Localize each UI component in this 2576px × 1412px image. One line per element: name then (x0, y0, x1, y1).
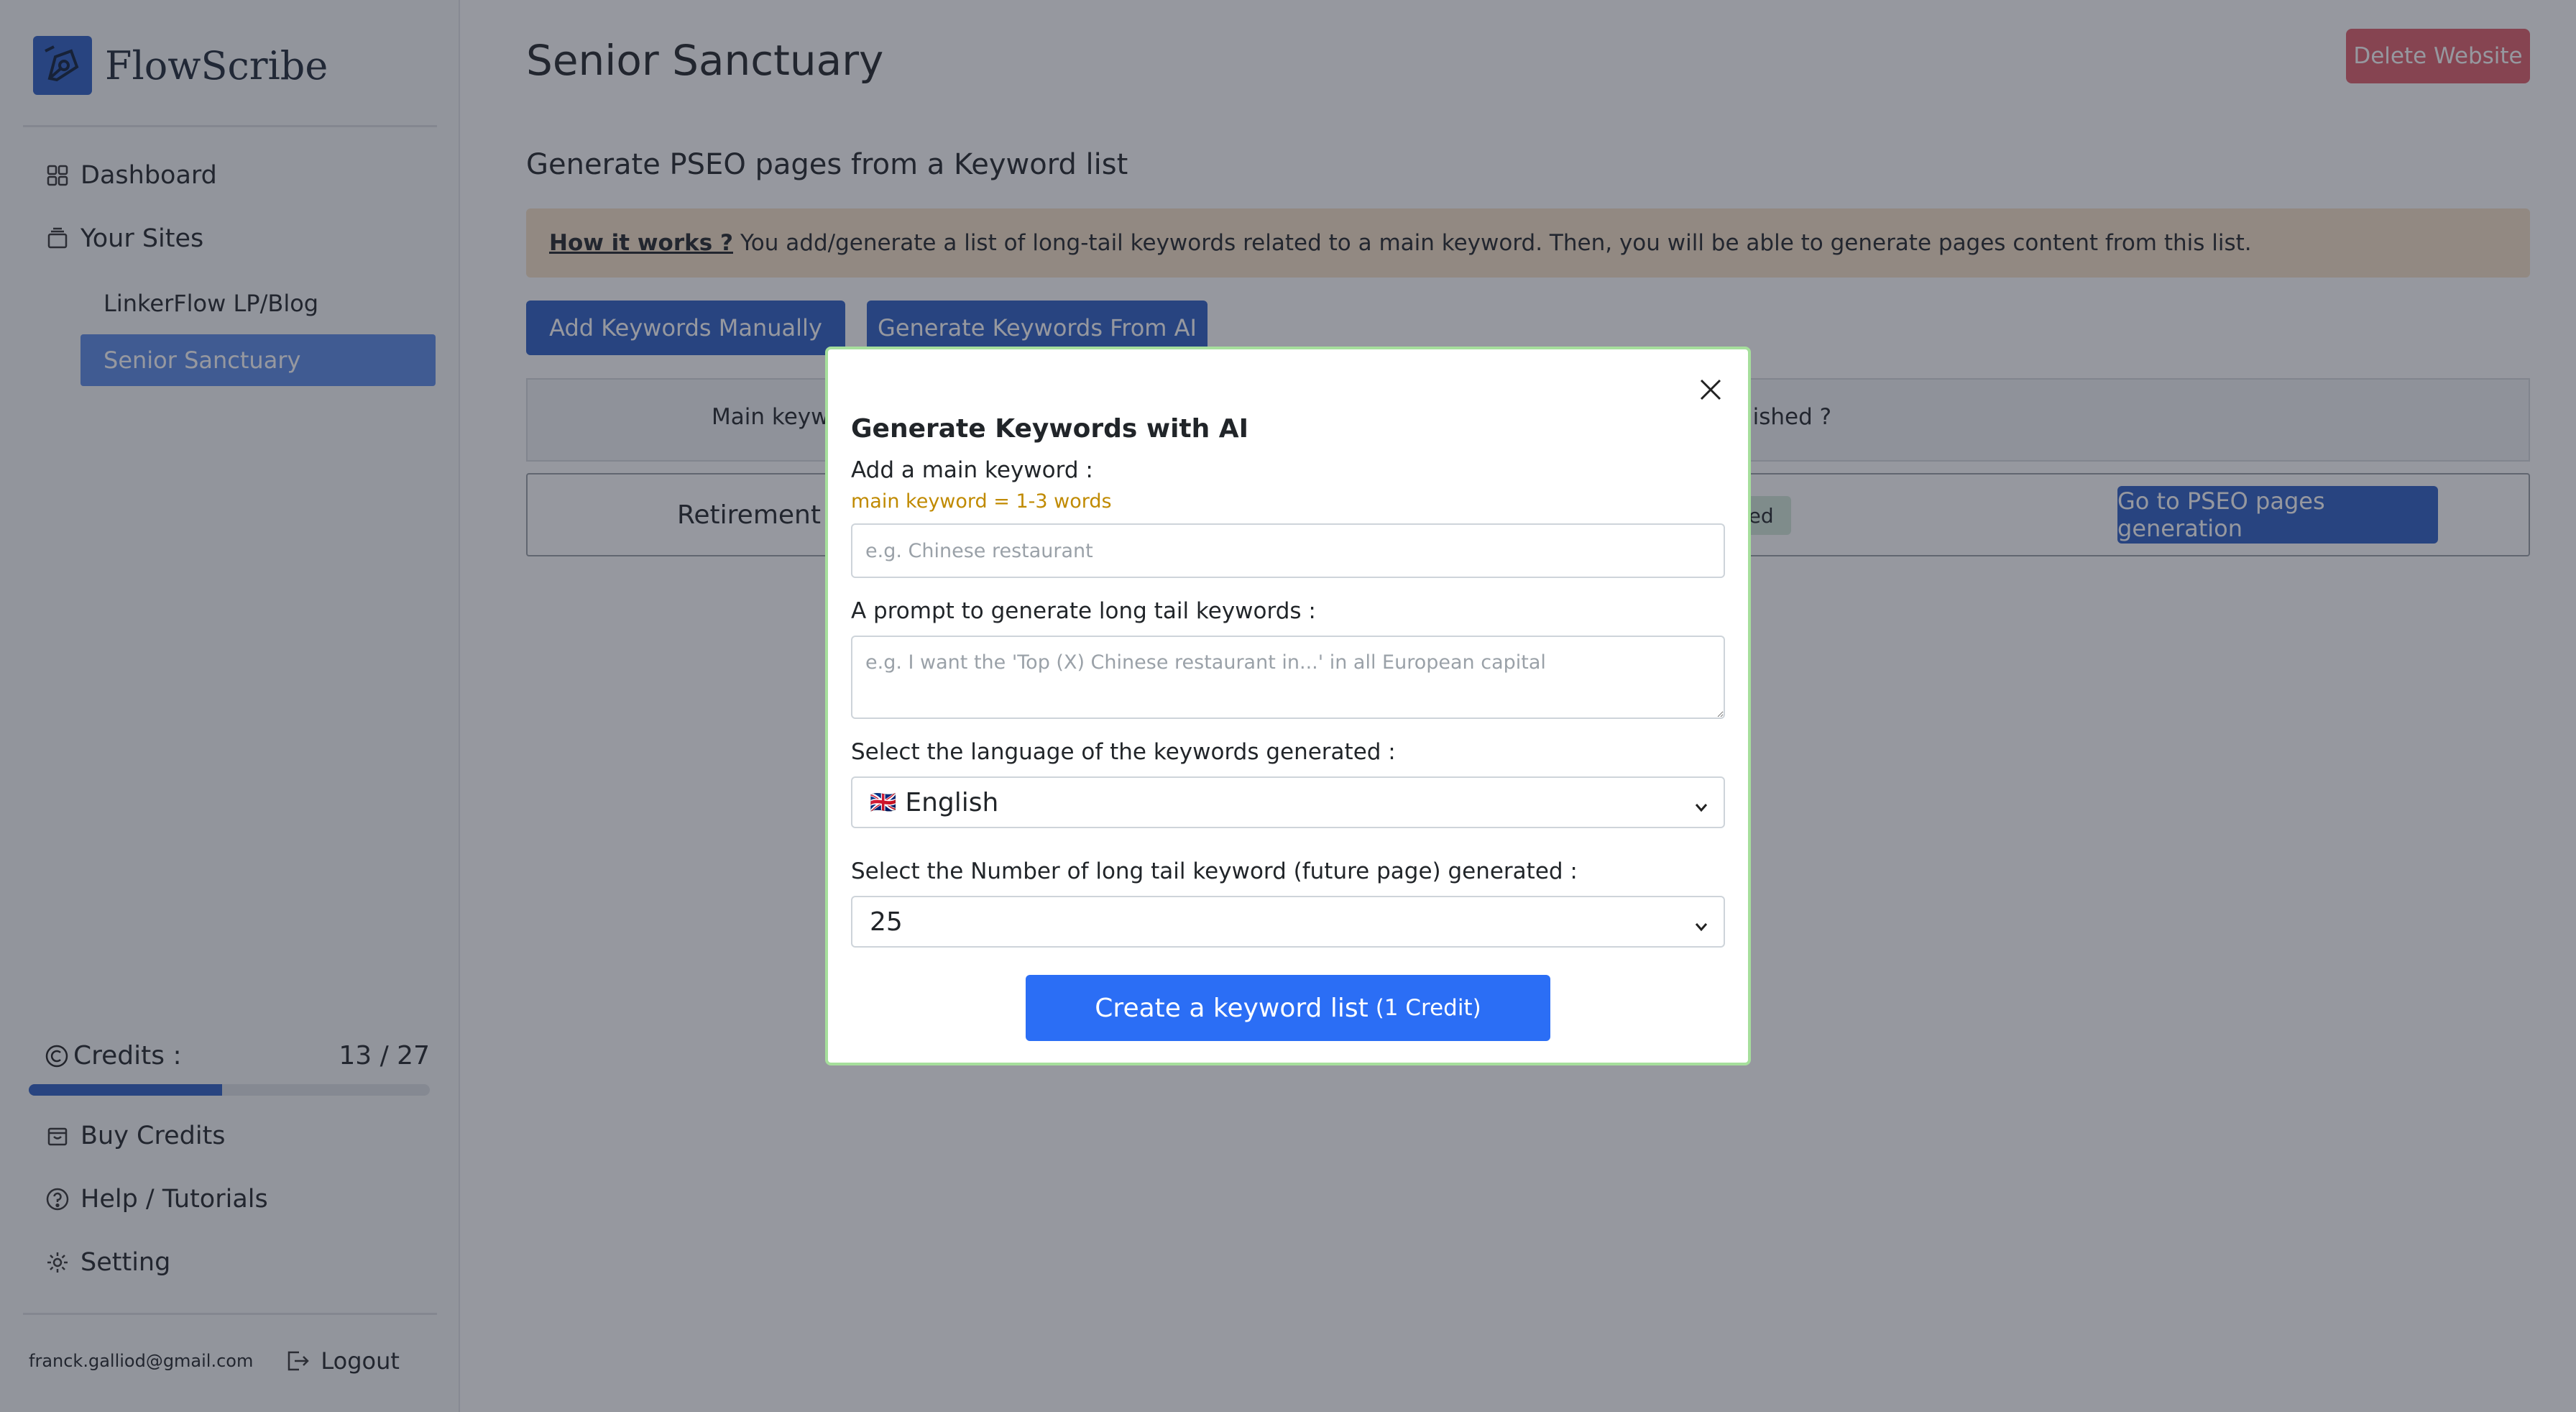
modal-title: Generate Keywords with AI (851, 414, 1249, 444)
close-button[interactable] (1690, 370, 1731, 410)
language-select[interactable]: 🇬🇧 English (851, 776, 1725, 828)
language-label: Select the language of the keywords gene… (851, 739, 1396, 765)
count-select[interactable]: 25 (851, 896, 1725, 948)
generate-keywords-modal: Generate Keywords with AI Add a main key… (825, 347, 1751, 1065)
main-keyword-label: Add a main keyword : (851, 457, 1093, 483)
create-button-label: Create a keyword list (1095, 993, 1368, 1023)
chevron-down-icon (1692, 913, 1711, 943)
chevron-down-icon (1692, 794, 1711, 823)
prompt-label: A prompt to generate long tail keywords … (851, 598, 1316, 624)
close-icon (1700, 379, 1721, 400)
count-select-value: 25 (870, 907, 903, 937)
main-keyword-input[interactable] (851, 523, 1725, 578)
prompt-textarea[interactable] (851, 636, 1725, 719)
create-keyword-list-button[interactable]: Create a keyword list (1 Credit) (1026, 975, 1550, 1041)
language-select-value: English (905, 787, 999, 817)
uk-flag-icon: 🇬🇧 (870, 789, 897, 815)
count-label: Select the Number of long tail keyword (… (851, 858, 1578, 884)
create-button-cost: (1 Credit) (1375, 995, 1481, 1021)
main-keyword-hint: main keyword = 1-3 words (851, 490, 1112, 513)
